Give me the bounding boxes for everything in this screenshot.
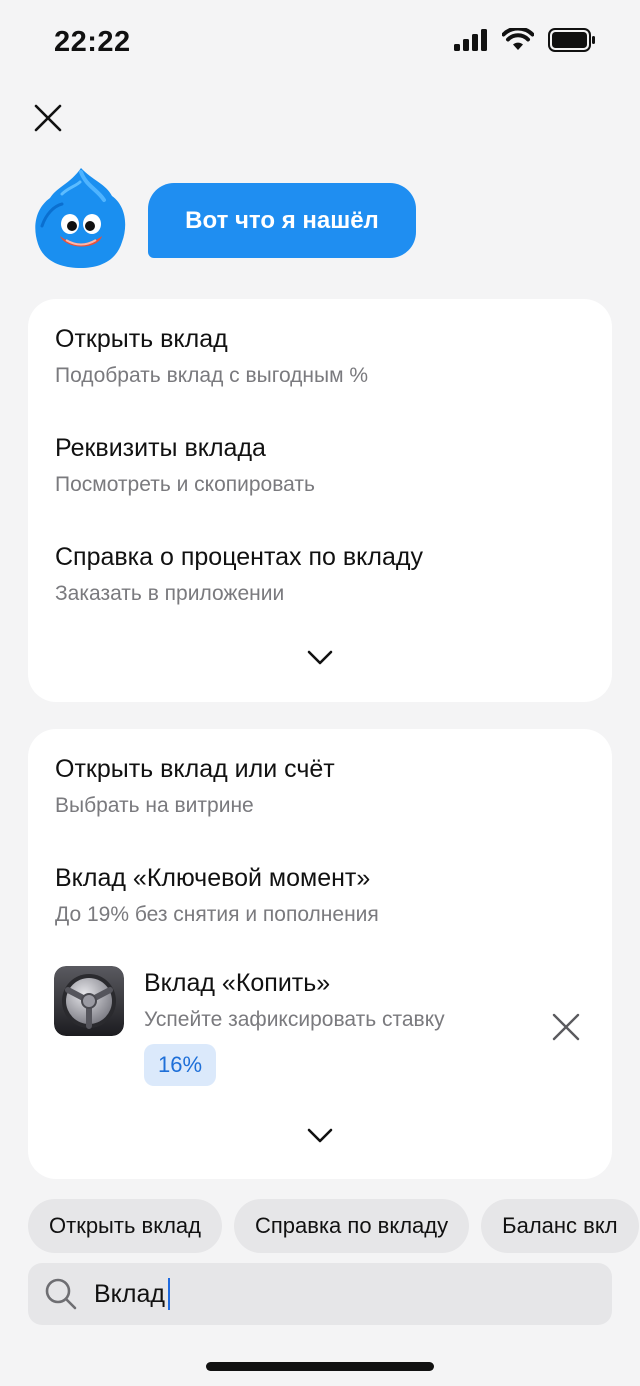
results-card-primary: Открыть вклад Подобрать вклад с выгодным… [28,299,612,702]
result-item-open-deposit[interactable]: Открыть вклад Подобрать вклад с выгодным… [55,325,368,388]
search-input-value: Вклад [94,1279,165,1308]
product-title: Вклад «Копить» [144,969,331,997]
safe-icon [54,966,124,1036]
result-item-subtitle: Посмотреть и скопировать [55,473,315,496]
result-item-subtitle: Подобрать вклад с выгодным % [55,364,369,387]
search-input[interactable]: Вклад [28,1263,612,1325]
result-item-key-moment-deposit[interactable]: Вклад «Ключевой момент» До 19% без сняти… [55,864,379,927]
chevron-down-icon[interactable] [306,649,334,667]
chevron-down-icon[interactable] [306,1127,334,1145]
results-card-products: Открыть вклад или счёт Выбрать на витрин… [28,729,612,1179]
close-icon [34,104,62,132]
mascot-avatar [35,168,126,268]
result-item-interest-certificate[interactable]: Справка о процентах по вкладу Заказать в… [55,543,423,606]
close-button[interactable] [28,98,68,138]
result-item-title: Вклад «Ключевой момент» [55,864,371,892]
status-bar: 22:22 [0,0,640,90]
result-item-title: Реквизиты вклада [55,434,266,462]
battery-icon [548,28,595,52]
cellular-signal-icon [454,29,487,51]
result-item-subtitle: До 19% без снятия и пополнения [55,903,379,926]
suggestion-chips: Открыть вклад Справка по вкладу Баланс в… [28,1199,639,1253]
chip-open-deposit[interactable]: Открыть вклад [28,1199,222,1253]
product-subtitle: Успейте зафиксировать ставку [144,1008,445,1031]
result-item-deposit-details[interactable]: Реквизиты вклада Посмотреть и скопироват… [55,434,315,497]
status-icons [454,28,596,52]
home-indicator[interactable] [206,1362,434,1371]
text-caret [167,1278,170,1310]
chip-deposit-balance[interactable]: Баланс вкл [481,1199,639,1253]
result-item-subtitle: Заказать в приложении [55,582,285,605]
result-item-title: Справка о процентах по вкладу [55,543,423,571]
result-item-open-deposit-or-account[interactable]: Открыть вклад или счёт Выбрать на витрин… [55,755,335,818]
result-item-title: Открыть вклад [55,325,228,353]
rate-badge: 16% [144,1044,217,1086]
result-item-kopit-deposit[interactable]: Вклад «Копить» Успейте зафиксировать ста… [144,969,445,1086]
status-time: 22:22 [54,26,131,58]
search-icon [45,1278,77,1310]
chip-deposit-certificate[interactable]: Справка по вкладу [233,1199,470,1253]
result-item-title: Открыть вклад или счёт [55,755,335,783]
result-item-subtitle: Выбрать на витрине [55,794,254,817]
assistant-message-bubble: Вот что я нашёл [148,183,416,258]
wifi-icon [502,28,534,50]
dismiss-product-button[interactable] [550,1011,582,1043]
